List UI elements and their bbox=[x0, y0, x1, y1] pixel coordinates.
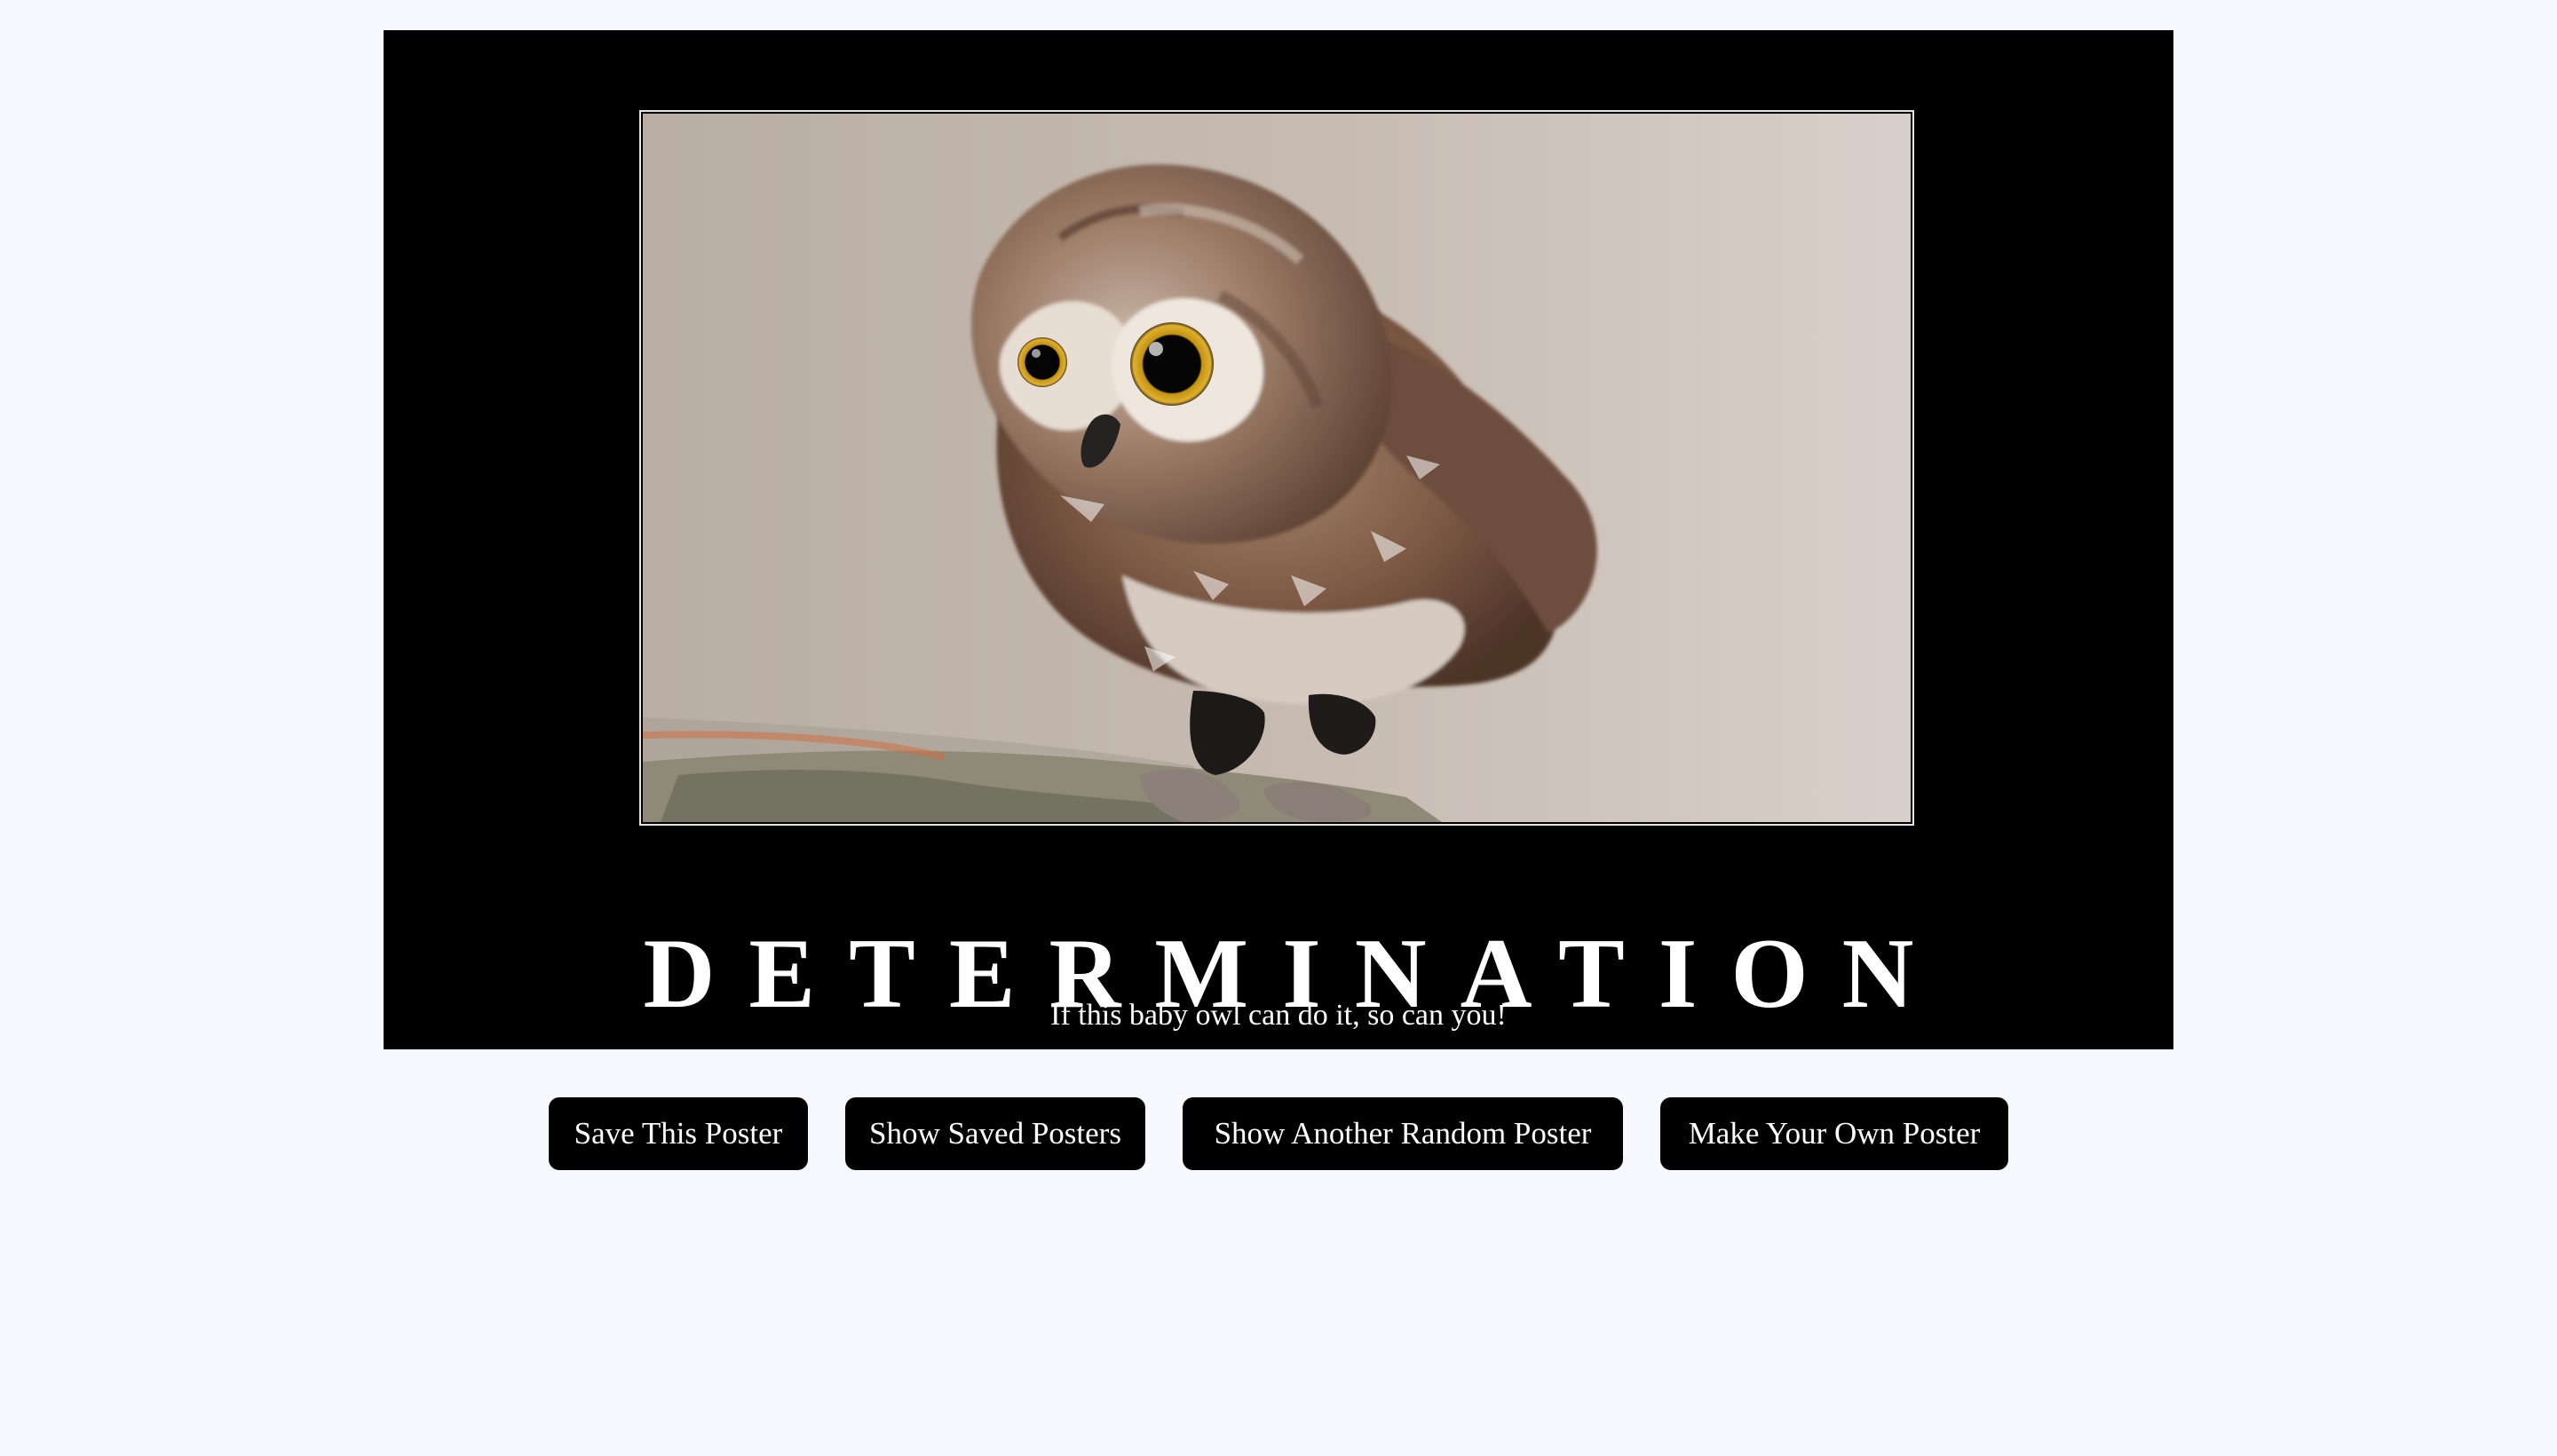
owl-image bbox=[643, 114, 1911, 822]
poster-quote: If this baby owl can do it, so can you! bbox=[1050, 999, 1507, 1032]
poster-actions: Save This Poster Show Saved Posters Show… bbox=[0, 1097, 2557, 1170]
show-random-poster-button[interactable]: Show Another Random Poster bbox=[1183, 1097, 1623, 1170]
poster-image-frame bbox=[639, 110, 1914, 826]
save-poster-button[interactable]: Save This Poster bbox=[549, 1097, 808, 1170]
make-your-own-poster-button[interactable]: Make Your Own Poster bbox=[1660, 1097, 2008, 1170]
poster: DETERMINATION If this baby owl can do it… bbox=[384, 30, 2173, 1049]
show-saved-posters-button[interactable]: Show Saved Posters bbox=[845, 1097, 1145, 1170]
